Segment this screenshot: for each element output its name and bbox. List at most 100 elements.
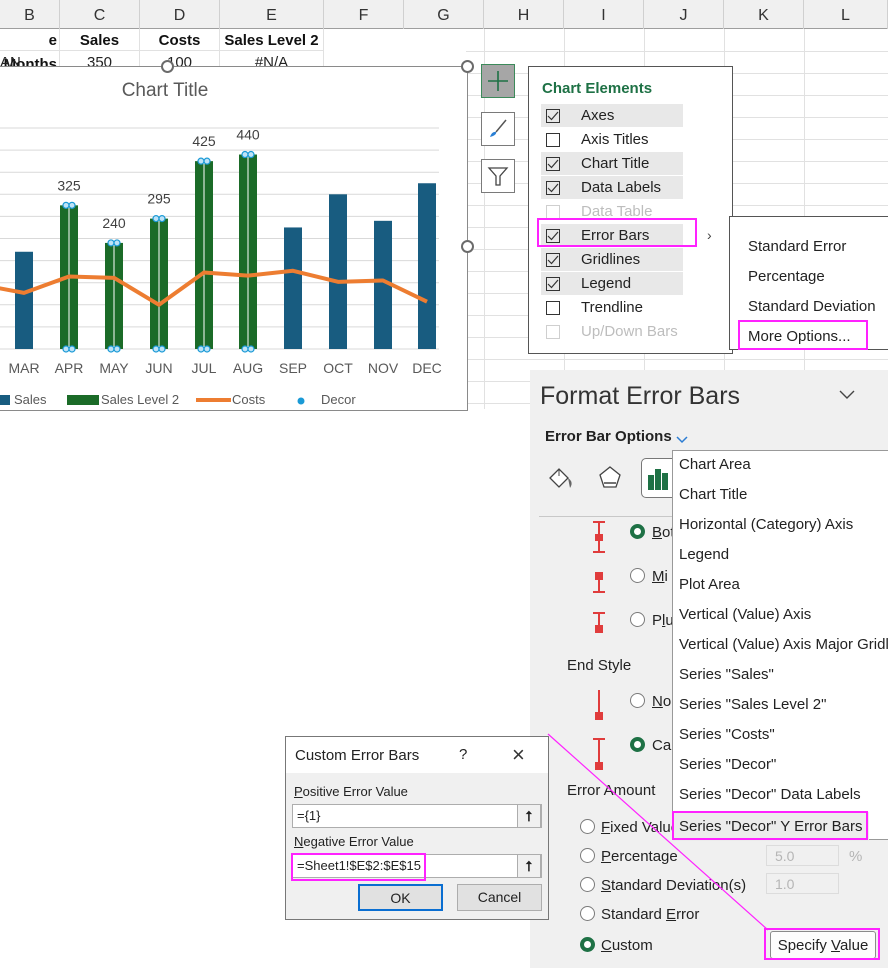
x-tick-label: JUL — [192, 360, 217, 376]
legend-label-sales-level-2: Sales Level 2 — [101, 392, 179, 407]
x-tick-label: OCT — [323, 360, 353, 376]
chart-element-data-labels[interactable]: Data Labels — [541, 176, 683, 199]
checkbox-unchecked[interactable] — [546, 300, 560, 315]
cell-b1[interactable]: e Months — [0, 29, 60, 73]
decor-point — [247, 150, 255, 159]
positive-error-input[interactable]: ={1} ⭡ — [292, 804, 542, 828]
cell-e1[interactable]: Sales Level 2 — [220, 29, 324, 51]
x-tick-label: APR — [55, 360, 84, 376]
column-header-h[interactable]: H — [484, 0, 564, 29]
submenu-standard-error[interactable]: Standard Error — [748, 238, 846, 255]
decor-point — [68, 345, 76, 353]
label-minus: Mi — [652, 568, 668, 585]
cancel-button[interactable]: Cancel — [457, 884, 542, 911]
x-tick-label: AUG — [233, 360, 263, 376]
checkmark-icon — [547, 279, 559, 288]
checkbox-unchecked[interactable] — [546, 324, 560, 339]
chart-element-axis-titles[interactable]: Axis Titles — [541, 128, 683, 151]
chart-element-gridlines[interactable]: Gridlines — [541, 248, 683, 271]
dropdown-item[interactable]: Series "Sales Level 2" — [679, 696, 826, 713]
chart-element-legend[interactable]: Legend — [541, 272, 683, 295]
decor-point — [113, 345, 121, 353]
submenu-percentage[interactable]: Percentage — [748, 268, 825, 285]
decor-point — [247, 345, 255, 353]
resize-handle-right[interactable] — [461, 240, 474, 253]
radio-minus[interactable] — [630, 568, 645, 583]
checkbox-checked[interactable] — [546, 180, 560, 195]
column-header-j[interactable]: J — [644, 0, 724, 29]
ok-button[interactable]: OK — [358, 884, 443, 911]
radio-both[interactable] — [630, 524, 645, 539]
column-header-f[interactable]: F — [324, 0, 404, 29]
column-header-i[interactable]: I — [564, 0, 644, 29]
dropdown-item[interactable]: Plot Area — [679, 576, 740, 593]
options-dropdown-chevron-icon[interactable] — [675, 432, 689, 450]
close-icon[interactable]: × — [512, 742, 525, 768]
cell-c1[interactable]: Sales — [60, 29, 140, 51]
help-button[interactable]: ? — [459, 746, 467, 763]
chart-filters-button[interactable] — [481, 159, 515, 193]
checkbox-checked[interactable] — [546, 108, 560, 123]
data-label: 295 — [147, 191, 171, 207]
plus-icon — [488, 71, 508, 91]
chart-element-trendline[interactable]: Trendline — [541, 296, 683, 319]
pane-collapse-chevron-icon[interactable] — [838, 388, 856, 406]
column-header-e[interactable]: E — [220, 0, 324, 29]
highlight-specify-value — [764, 928, 880, 960]
column-header-k[interactable]: K — [724, 0, 804, 29]
cell-d1[interactable]: Costs — [140, 29, 220, 51]
data-label: 440 — [236, 127, 260, 143]
column-header-d[interactable]: D — [140, 0, 220, 29]
chart-elements-button[interactable] — [481, 64, 515, 98]
resize-handle-top[interactable] — [161, 60, 174, 73]
chart-styles-button[interactable] — [481, 112, 515, 146]
chart-element-axes[interactable]: Axes — [541, 104, 683, 127]
error-bar-options-label[interactable]: Error Bar Options — [545, 428, 672, 445]
chevron-right-icon: › — [707, 227, 712, 243]
chart-element-label: Legend — [581, 275, 632, 292]
checkbox-unchecked[interactable] — [546, 132, 560, 147]
chart-element-chart-title[interactable]: Chart Title — [541, 152, 683, 175]
error-minus-icon — [593, 572, 605, 593]
column-header-b[interactable]: B — [0, 0, 60, 29]
collapse-dialog-icon[interactable]: ⭡ — [517, 854, 541, 878]
column-header-c[interactable]: C — [60, 0, 140, 29]
checkbox-unchecked[interactable] — [546, 204, 560, 219]
checkbox-checked[interactable] — [546, 252, 560, 267]
submenu-standard-deviation[interactable]: Standard Deviation — [748, 298, 876, 315]
chart-area[interactable]: MAR 325 APR 240 MAY 295 JUN 425 JUL 440 AUG SEP OCT N… — [0, 66, 468, 411]
checkbox-checked[interactable] — [546, 156, 560, 171]
radio-no-cap[interactable] — [630, 693, 645, 708]
decor-point — [62, 345, 70, 353]
dropdown-item[interactable]: Vertical (Value) Axis Major Gridlines — [679, 636, 888, 653]
x-tick-label: SEP — [279, 360, 307, 376]
chart-element-label: Chart Title — [581, 155, 650, 172]
chart-element-up-down-bars: Up/Down Bars — [541, 320, 683, 343]
decor-point — [203, 157, 211, 165]
data-label: 325 — [57, 177, 81, 193]
dropdown-item[interactable]: Chart Area — [679, 456, 751, 473]
fill-line-tab[interactable] — [546, 464, 576, 497]
dialog-titlebar: Custom Error Bars ? × — [286, 737, 548, 773]
highlight-error-bars — [537, 218, 697, 247]
resize-handle-top-right[interactable] — [461, 60, 474, 73]
checkbox-checked[interactable] — [546, 276, 560, 291]
custom-error-bars-dialog: Custom Error Bars ? × Positive Error Val… — [285, 736, 549, 920]
dropdown-item[interactable]: Chart Title — [679, 486, 747, 503]
legend-swatch-decor — [297, 397, 305, 405]
collapse-dialog-icon[interactable]: ⭡ — [517, 804, 541, 828]
effects-tab[interactable] — [596, 464, 624, 497]
decor-point — [107, 345, 115, 353]
legend-label-costs: Costs — [232, 392, 266, 407]
checkmark-icon — [547, 111, 559, 120]
column-header-l[interactable]: L — [804, 0, 888, 29]
checkmark-icon — [547, 159, 559, 168]
radio-plus[interactable] — [630, 612, 645, 627]
chart-title[interactable]: Chart Title — [100, 80, 230, 102]
bar-sales — [15, 251, 33, 349]
dropdown-item[interactable]: Vertical (Value) Axis — [679, 606, 811, 623]
dropdown-item[interactable]: Horizontal (Category) Axis — [679, 516, 853, 533]
dropdown-item[interactable]: Series "Sales" — [679, 666, 774, 683]
dropdown-item[interactable]: Legend — [679, 546, 729, 563]
column-header-g[interactable]: G — [404, 0, 484, 29]
